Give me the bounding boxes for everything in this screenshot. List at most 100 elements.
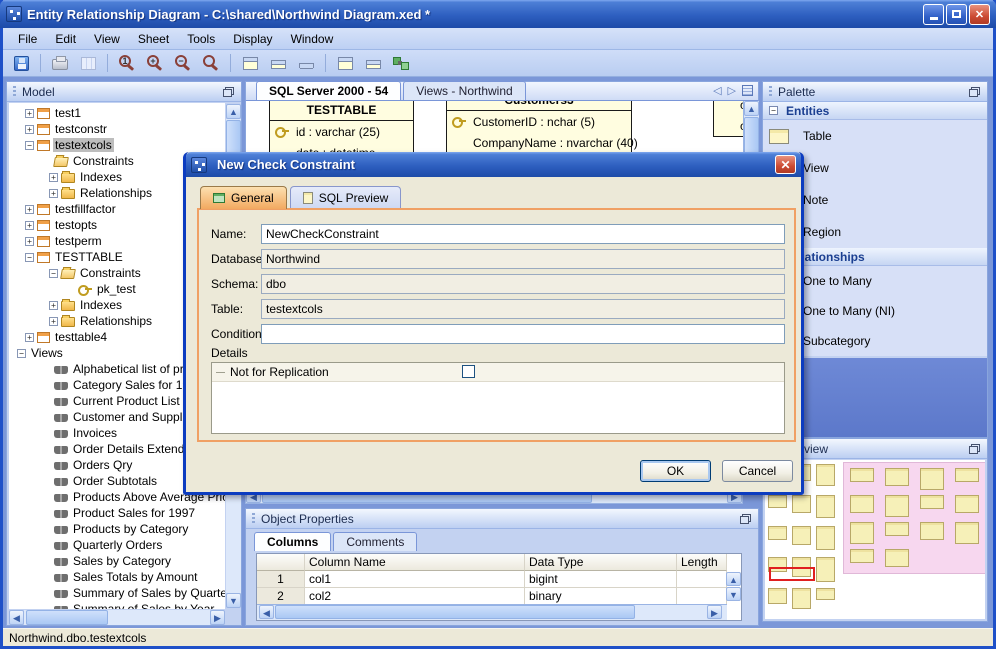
diagram-tab-views-northwind[interactable]: Views - Northwind <box>403 81 526 100</box>
collapse-icon[interactable]: − <box>769 106 778 115</box>
tree-item-sales-by-category[interactable]: Sales by Category <box>9 553 225 569</box>
scroll-up-button[interactable]: ▲ <box>226 104 241 119</box>
tree-expander-icon[interactable]: + <box>25 220 34 230</box>
field-input-schema[interactable] <box>261 274 785 294</box>
view-editor-button[interactable] <box>361 52 385 74</box>
show-compact-button[interactable] <box>266 52 290 74</box>
palette-section-entities[interactable]: − Entities <box>763 102 987 120</box>
grid-cell[interactable]: col2 <box>305 588 525 605</box>
show-minimal-button[interactable] <box>294 52 318 74</box>
scroll-left-button[interactable]: ◀ <box>259 605 274 619</box>
scroll-thumb[interactable] <box>26 610 108 625</box>
tree-item-products-by-category[interactable]: Products by Category <box>9 521 225 537</box>
zoom-out-button[interactable]: − <box>171 52 195 74</box>
scroll-left-button[interactable]: ◀ <box>9 610 24 625</box>
tree-item-test1[interactable]: + test1 <box>9 105 225 121</box>
tree-expander-icon[interactable]: − <box>25 140 34 150</box>
tab-next-icon[interactable]: ▷ <box>728 84 736 97</box>
tree-expander-icon[interactable]: + <box>49 300 58 310</box>
minimize-button[interactable] <box>923 3 944 25</box>
tree-expander-icon[interactable]: + <box>25 108 34 118</box>
tree-item-quarterly-orders[interactable]: Quarterly Orders <box>9 537 225 553</box>
tree-expander-icon[interactable]: + <box>25 124 34 134</box>
entity-column[interactable]: CompanyName : nvarchar (40) <box>447 132 638 153</box>
close-button[interactable]: ✕ <box>969 3 990 25</box>
grid-vertical-scrollbar[interactable]: ▲ ▼ <box>726 572 741 601</box>
panel-grip[interactable] <box>769 85 772 98</box>
scroll-down-button[interactable]: ▼ <box>226 593 241 608</box>
tree-item-product-sales-for-1997[interactable]: Product Sales for 1997 <box>9 505 225 521</box>
grid-cell[interactable] <box>677 571 727 588</box>
zoom-tool-button[interactable] <box>199 52 223 74</box>
scroll-right-button[interactable]: ▶ <box>210 610 225 625</box>
tree-expander-icon[interactable]: + <box>49 188 58 198</box>
popout-icon[interactable] <box>223 87 234 97</box>
grid-horizontal-scrollbar[interactable]: ◀ ▶ <box>257 604 727 620</box>
scroll-down-button[interactable]: ▼ <box>726 587 741 601</box>
menu-display[interactable]: Display <box>224 30 281 48</box>
menu-window[interactable]: Window <box>282 30 343 48</box>
scroll-right-button[interactable]: ▶ <box>707 605 722 619</box>
tree-item-summary-of-sales-by-quarter[interactable]: Summary of Sales by Quarter <box>9 585 225 601</box>
dialog-close-button[interactable]: ✕ <box>775 155 796 174</box>
tree-expander-icon[interactable]: + <box>49 316 58 326</box>
print-button[interactable] <box>48 52 72 74</box>
grid-cell[interactable] <box>677 588 727 605</box>
menu-edit[interactable]: Edit <box>46 30 85 48</box>
relation-tool-button[interactable] <box>389 52 413 74</box>
entity-column[interactable]: CustomerID : nchar (5) <box>447 111 631 132</box>
popout-icon[interactable] <box>740 514 751 524</box>
field-input-table[interactable] <box>261 299 785 319</box>
scroll-thumb[interactable] <box>275 605 635 619</box>
cancel-button[interactable]: Cancel <box>722 460 793 482</box>
entity-column[interactable]: id : varchar (25) <box>270 121 413 142</box>
menu-tools[interactable]: Tools <box>178 30 224 48</box>
table-editor-button[interactable] <box>333 52 357 74</box>
panel-grip[interactable] <box>13 85 16 98</box>
grid-cell[interactable]: col1 <box>305 571 525 588</box>
dialog-tab-general[interactable]: General <box>200 186 287 209</box>
popout-icon[interactable] <box>969 444 980 454</box>
zoom-in-button[interactable]: + <box>143 52 167 74</box>
tree-expander-icon[interactable]: + <box>25 332 34 342</box>
menu-sheet[interactable]: Sheet <box>129 30 178 48</box>
tree-expander-icon[interactable]: − <box>17 348 26 358</box>
tree-item-summary-of-sales-by-year[interactable]: Summary of Sales by Year <box>9 601 225 609</box>
field-input-name[interactable] <box>261 224 785 244</box>
popout-icon[interactable] <box>969 87 980 97</box>
scroll-up-button[interactable]: ▲ <box>744 101 759 116</box>
menu-view[interactable]: View <box>85 30 129 48</box>
grid-cell[interactable]: binary <box>525 588 677 605</box>
field-input-condition[interactable] <box>261 324 785 344</box>
grid-cell[interactable]: bigint <box>525 571 677 588</box>
tree-item-sales-totals-by-amount[interactable]: Sales Totals by Amount <box>9 569 225 585</box>
properties-tab-columns[interactable]: Columns <box>254 532 332 551</box>
tab-prev-icon[interactable]: ◁ <box>713 84 721 97</box>
grid-button[interactable] <box>76 52 100 74</box>
maximize-button[interactable] <box>946 3 967 25</box>
zoom-normal-button[interactable]: 1 <box>115 52 139 74</box>
show-full-button[interactable] <box>238 52 262 74</box>
tree-expander-icon[interactable]: + <box>49 172 58 182</box>
tree-item-label: Invoices <box>73 426 118 440</box>
tree-item-testextcols[interactable]: − testextcols <box>9 137 225 153</box>
tree-expander-icon[interactable]: + <box>25 204 34 214</box>
tab-list-icon[interactable] <box>742 85 753 96</box>
tree-expander-icon[interactable]: − <box>49 268 58 278</box>
properties-tab-comments[interactable]: Comments <box>333 532 418 551</box>
palette-item-table[interactable]: Table <box>763 120 987 152</box>
panel-grip[interactable] <box>252 512 255 525</box>
save-button[interactable] <box>9 52 33 74</box>
scroll-up-button[interactable]: ▲ <box>726 572 741 586</box>
field-input-database[interactable] <box>261 249 785 269</box>
diagram-tab-sql-server-2000-54[interactable]: SQL Server 2000 - 54 <box>256 81 402 100</box>
entity-customers3[interactable]: Customers3 CustomerID : nchar (5) CompanyN… <box>446 101 638 154</box>
overview-viewport-rect[interactable] <box>769 567 815 581</box>
tree-expander-icon[interactable]: + <box>25 236 34 246</box>
ok-button[interactable]: OK <box>640 460 711 482</box>
tree-expander-icon[interactable]: − <box>25 252 34 262</box>
menu-file[interactable]: File <box>9 30 46 48</box>
not-for-replication-checkbox[interactable] <box>462 365 475 378</box>
dialog-tab-sql-preview[interactable]: SQL Preview <box>289 186 402 209</box>
tree-item-testconstr[interactable]: + testconstr <box>9 121 225 137</box>
